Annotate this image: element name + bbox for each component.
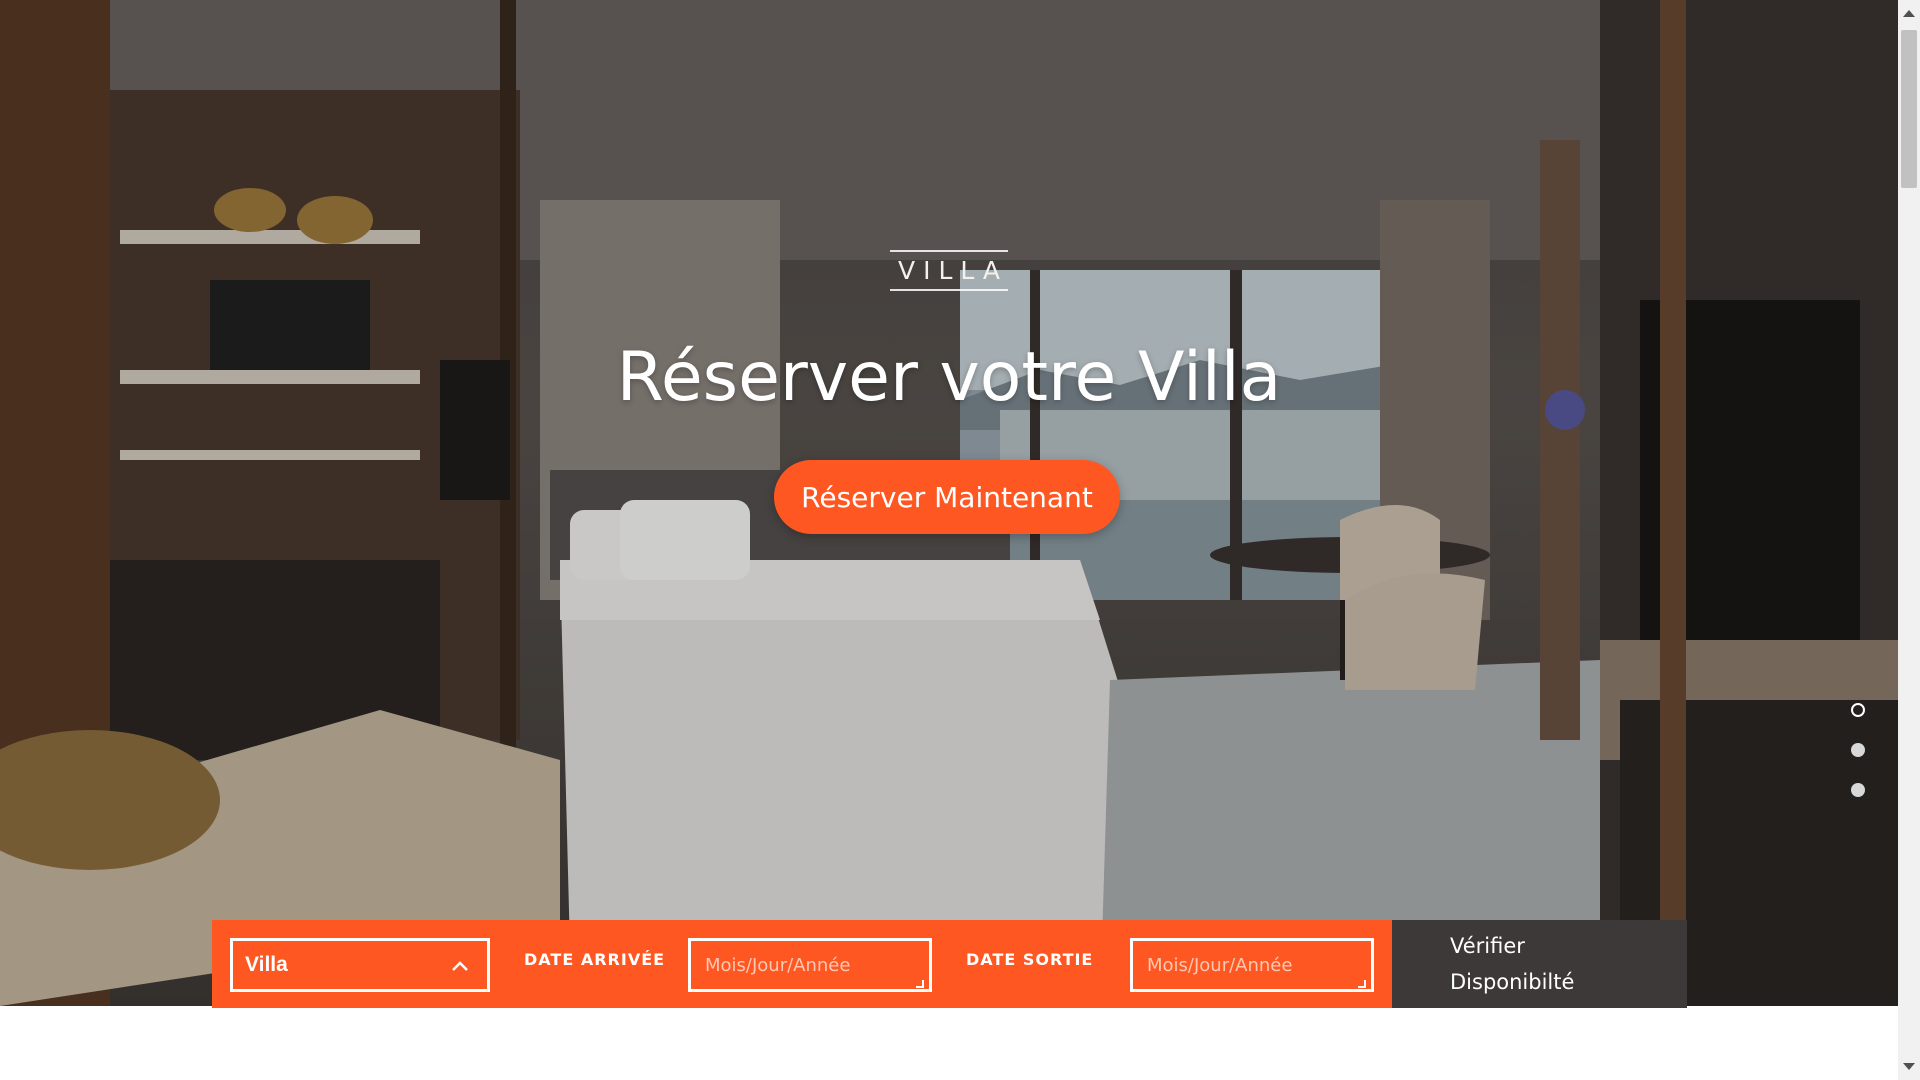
arrival-date-input[interactable] — [688, 938, 932, 992]
scroll-up-arrow-icon[interactable] — [1903, 10, 1915, 17]
arrival-date-label: DATE ARRIVÉE — [524, 950, 666, 969]
page-scrollbar[interactable] — [1898, 0, 1920, 1080]
hero-headline: Réserver votre Villa — [616, 338, 1282, 417]
slider-dot-1[interactable] — [1851, 703, 1865, 717]
scrollbar-thumb[interactable] — [1901, 30, 1917, 188]
slider-dots — [1851, 703, 1871, 823]
slider-dot-3[interactable] — [1851, 783, 1865, 797]
chevron-up-icon — [452, 961, 468, 971]
check-availability-line-1: Vérifier — [1450, 934, 1525, 958]
resize-handle-icon — [1358, 980, 1366, 988]
scroll-down-arrow-icon[interactable] — [1903, 1063, 1915, 1070]
check-availability-button[interactable]: Vérifier Disponibilté — [1392, 920, 1687, 1008]
check-availability-line-2: Disponibilté — [1450, 970, 1575, 994]
departure-date-input[interactable] — [1130, 938, 1374, 992]
page: VILLA Réserver votre Villa Réserver Main… — [0, 0, 1920, 1080]
booking-form: Villa DATE ARRIVÉE DATE SORTIE — [212, 920, 1392, 1008]
book-now-button[interactable]: Réserver Maintenant — [774, 460, 1120, 534]
property-select[interactable]: Villa — [230, 938, 490, 992]
resize-handle-icon — [916, 980, 924, 988]
booking-bar: Villa DATE ARRIVÉE DATE SORTIE Vérifier … — [212, 920, 1687, 1008]
hero-section: VILLA Réserver votre Villa Réserver Main… — [0, 0, 1898, 1006]
brand-logo: VILLA — [0, 250, 1898, 291]
slider-dot-2[interactable] — [1851, 743, 1865, 757]
departure-date-label: DATE SORTIE — [966, 950, 1094, 969]
brand-text: VILLA — [889, 250, 1008, 291]
property-select-value: Villa — [245, 953, 288, 976]
